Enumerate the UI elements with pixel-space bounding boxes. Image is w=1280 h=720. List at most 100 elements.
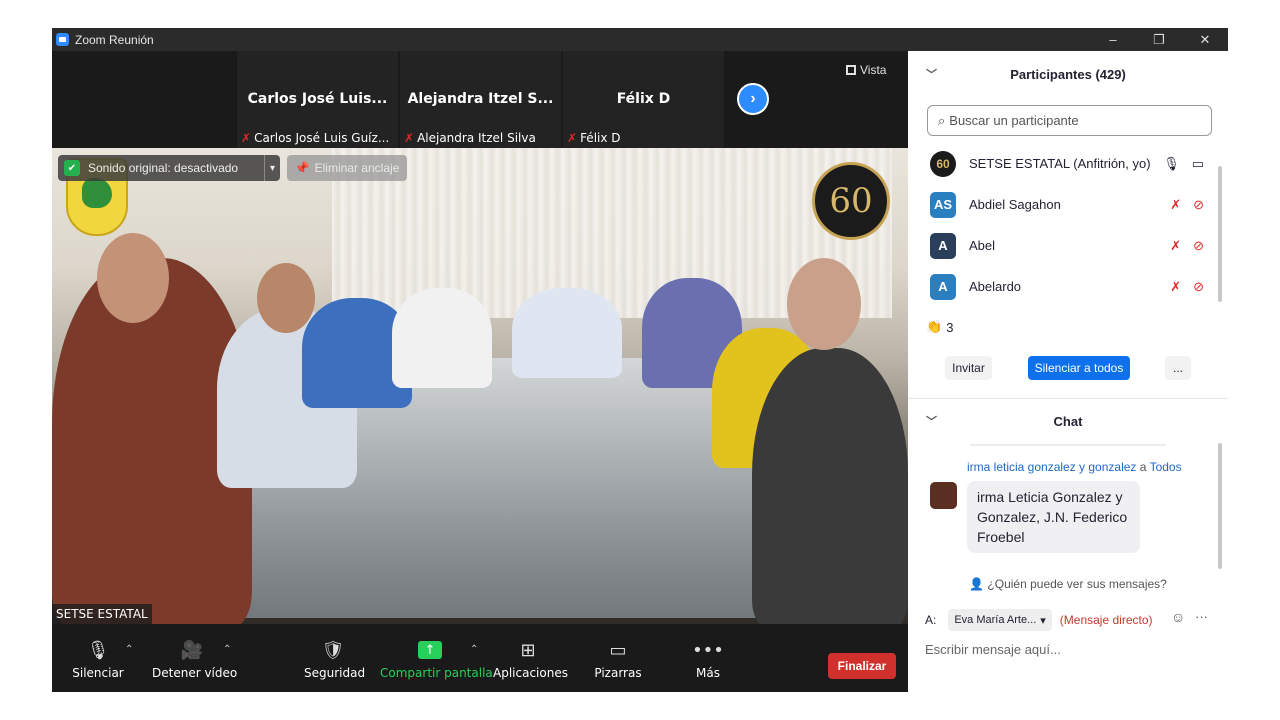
who-can-see-label: ¿Quién puede ver sus mensajes? — [987, 577, 1167, 591]
original-sound-toggle[interactable]: ✔ Sonido original: desactivado ▾ — [58, 155, 280, 181]
close-button[interactable]: ✕ — [1182, 28, 1228, 51]
end-meeting-button[interactable]: Finalizar — [828, 653, 896, 679]
chevron-up-icon[interactable]: ⌃ — [470, 644, 478, 655]
chat-message-input[interactable]: Escribir mensaje aquí... — [925, 642, 1061, 657]
apps-icon: ⊞ — [520, 639, 536, 661]
chat-scrollbar[interactable] — [1218, 443, 1222, 569]
invite-button[interactable]: Invitar — [945, 356, 992, 380]
whiteboards-button[interactable]: ▭ Pizarras — [592, 638, 644, 681]
avatar: 60 — [930, 150, 956, 177]
video-tile[interactable]: Félix D ✗ Félix D — [563, 51, 724, 148]
chat-recipient[interactable]: Todos — [1150, 460, 1182, 474]
chat-title: Chat — [1053, 413, 1083, 429]
video-off-icon[interactable]: ⊘ — [1193, 279, 1204, 295]
emoji-icon[interactable]: ☺ — [1171, 609, 1185, 625]
security-button[interactable]: 🛡 Seguridad — [304, 638, 366, 681]
share-screen-icon: ↑ — [380, 638, 480, 662]
minimize-button[interactable]: – — [1090, 28, 1136, 51]
stop-video-button[interactable]: 🎥 Detener vídeo — [152, 638, 237, 681]
search-placeholder: Buscar un participante — [949, 113, 1079, 128]
tile-name-label: ✗ Carlos José Luis Guíz... — [241, 131, 389, 145]
participant-row[interactable]: AS Abdiel Sagahon ✗ ⊘ — [908, 184, 1218, 225]
zoom-app-icon — [56, 33, 69, 46]
shield-check-icon: ✔ — [64, 160, 80, 176]
security-label: Seguridad — [304, 666, 366, 680]
mic-muted-icon[interactable]: ✗ — [1170, 279, 1181, 295]
shield-icon: 🛡 — [321, 639, 345, 661]
unpin-button[interactable]: 📌 Eliminar anclaje — [287, 155, 407, 181]
avatar — [930, 482, 957, 509]
video-camera-icon: 🎥 — [180, 639, 204, 661]
reaction-count: 3 — [946, 319, 954, 335]
participants-header: ﹀ Participantes (429) — [908, 51, 1228, 97]
recipient-selected: Eva María Arte... — [954, 614, 1037, 626]
apps-label: Aplicaciones — [493, 666, 568, 680]
view-label: Vista — [860, 63, 887, 77]
mic-muted-icon[interactable]: ✗ — [1170, 197, 1181, 213]
participant-search-input[interactable]: ⌕ Buscar un participante — [927, 105, 1212, 136]
participant-status: ✗ ⊘ — [1170, 238, 1204, 254]
reactions-summary: 👏 3 — [926, 319, 953, 335]
chat-sender[interactable]: irma leticia gonzalez y gonzalez — [967, 460, 1136, 474]
tile-name-text: Carlos José Luis Guíz... — [254, 131, 390, 145]
tile-name-label: ✗ Alejandra Itzel Silva — [404, 131, 536, 145]
tile-display-name: Alejandra Itzel S... — [407, 91, 554, 107]
clapping-hands-icon: 👏 — [926, 319, 943, 334]
participant-status: ✗ ⊘ — [1170, 279, 1204, 295]
chevron-down-icon[interactable]: ﹀ — [926, 413, 937, 429]
mute-button[interactable]: 🎙 Silenciar — [72, 638, 124, 681]
participants-more-button[interactable]: ... — [1165, 356, 1191, 380]
view-button[interactable]: Vista — [846, 63, 886, 77]
video-tile[interactable]: Alejandra Itzel S... ✗ Alejandra Itzel Si… — [400, 51, 561, 148]
mute-all-button[interactable]: Silenciar a todos — [1028, 356, 1130, 380]
recipient-select[interactable]: Eva María Arte... ▾ — [948, 609, 1052, 631]
more-button[interactable]: ••• Más — [688, 638, 728, 681]
mic-muted-icon[interactable]: ✗ — [1170, 238, 1181, 254]
more-dots-icon[interactable]: ··· — [1195, 609, 1208, 624]
video-off-icon[interactable]: ⊘ — [1193, 197, 1204, 213]
video-off-icon[interactable]: ⊘ — [1193, 238, 1204, 254]
share-screen-button[interactable]: ↑ Compartir pantalla — [380, 638, 493, 680]
direct-message-label: (Mensaje directo) — [1059, 613, 1153, 627]
window-controls: – ❐ ✕ — [1090, 28, 1228, 51]
microphone-icon[interactable]: 🎙 — [1163, 156, 1180, 172]
video-tile[interactable]: Carlos José Luis... ✗ Carlos José Luis Gu… — [237, 51, 398, 148]
participant-row[interactable]: A Abel ✗ ⊘ — [908, 225, 1218, 266]
chat-message[interactable]: irma Leticia Gonzalez y Gonzalez, J.N. F… — [967, 481, 1140, 553]
chevron-down-icon[interactable]: ▾ — [264, 155, 280, 181]
participant-status: 🎙 ▭ — [1163, 156, 1204, 172]
participant-row[interactable]: A Abelardo ✗ ⊘ — [908, 266, 1218, 303]
unpin-label: Eliminar anclaje — [314, 161, 400, 175]
tile-display-name: Carlos José Luis... — [247, 91, 388, 107]
participant-name: SETSE ESTATAL (Anfitrión, yo) — [969, 156, 1151, 171]
next-page-button[interactable]: › — [737, 83, 769, 115]
apps-button[interactable]: ⊞ Aplicaciones — [493, 638, 568, 681]
mic-muted-icon: ✗ — [241, 131, 252, 145]
whiteboards-label: Pizarras — [594, 666, 642, 680]
participant-scrollbar[interactable] — [1218, 166, 1222, 302]
speaker-name-tag: SETSE ESTATAL — [52, 604, 152, 624]
video-area: Carlos José Luis... ✗ Carlos José Luis Gu… — [52, 51, 908, 624]
participant-list: 60 SETSE ESTATAL (Anfitrión, yo) 🎙 ▭ AS A… — [908, 143, 1218, 303]
search-icon: ⌕ — [938, 112, 946, 128]
restore-button[interactable]: ❐ — [1136, 28, 1182, 51]
video-camera-icon[interactable]: ▭ — [1192, 156, 1204, 172]
participant-row[interactable]: 60 SETSE ESTATAL (Anfitrión, yo) 🎙 ▭ — [908, 143, 1218, 184]
mic-muted-icon: ✗ — [567, 131, 578, 145]
tile-display-name: Félix D — [616, 91, 671, 107]
video-person — [392, 288, 492, 388]
participant-status: ✗ ⊘ — [1170, 197, 1204, 213]
window-title: Zoom Reunión — [75, 32, 154, 47]
zoom-window: Zoom Reunión – ❐ ✕ Carlos José Luis... ✗… — [52, 28, 1228, 692]
chevron-up-icon[interactable]: ⌃ — [223, 644, 231, 655]
grid-view-icon — [846, 65, 856, 75]
chevron-down-icon[interactable]: ﹀ — [926, 66, 937, 82]
panel-divider — [908, 398, 1228, 399]
mic-muted-icon: ✗ — [404, 131, 415, 145]
chat-recipient-row: A: Eva María Arte... ▾ (Mensaje directo) — [925, 609, 1153, 631]
who-can-see-link[interactable]: 👤 ¿Quién puede ver sus mensajes? — [908, 577, 1228, 591]
video-person-head — [97, 233, 169, 323]
chevron-down-icon: ▾ — [1040, 614, 1046, 627]
chat-to-word: a — [1139, 460, 1147, 474]
chevron-up-icon[interactable]: ⌃ — [125, 644, 133, 655]
